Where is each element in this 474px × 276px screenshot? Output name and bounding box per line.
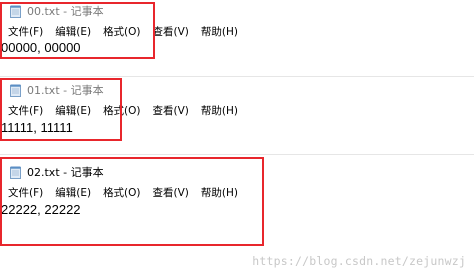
menu-help[interactable]: 帮助(H)	[197, 24, 242, 40]
title-bar[interactable]: 01.txt - 记事本	[0, 79, 104, 101]
notepad-icon	[10, 84, 21, 97]
menu-file[interactable]: 文件(F)	[4, 103, 47, 119]
menu-view[interactable]: 查看(V)	[149, 185, 193, 201]
menu-format[interactable]: 格式(O)	[99, 103, 144, 119]
notepad-icon	[10, 5, 21, 18]
menu-view[interactable]: 查看(V)	[149, 24, 193, 40]
editor-content: 11111, 11111	[1, 120, 73, 135]
title-bar[interactable]: 00.txt - 记事本	[0, 0, 104, 22]
menu-edit[interactable]: 编辑(E)	[51, 185, 95, 201]
menu-format[interactable]: 格式(O)	[99, 24, 144, 40]
notepad-window-00: 00.txt - 记事本 文件(F) 编辑(E) 格式(O) 查看(V) 帮助(…	[0, 0, 474, 76]
menu-help[interactable]: 帮助(H)	[197, 103, 242, 119]
menu-bar: 文件(F) 编辑(E) 格式(O) 查看(V) 帮助(H)	[0, 184, 246, 202]
text-editor[interactable]: 11111, 11111	[0, 120, 474, 154]
editor-content: 22222, 22222	[1, 202, 81, 217]
menu-help[interactable]: 帮助(H)	[197, 185, 242, 201]
title-bar[interactable]: 02.txt - 记事本	[0, 161, 104, 183]
menu-edit[interactable]: 编辑(E)	[51, 103, 95, 119]
menu-file[interactable]: 文件(F)	[4, 24, 47, 40]
menu-edit[interactable]: 编辑(E)	[51, 24, 95, 40]
editor-content: 00000, 00000	[1, 40, 81, 55]
notepad-icon	[10, 166, 21, 179]
watermark-text: https://blog.csdn.net/zejunwzj	[252, 254, 466, 268]
notepad-window-01: 01.txt - 记事本 文件(F) 编辑(E) 格式(O) 查看(V) 帮助(…	[0, 78, 474, 154]
menu-format[interactable]: 格式(O)	[99, 185, 144, 201]
menu-bar: 文件(F) 编辑(E) 格式(O) 查看(V) 帮助(H)	[0, 102, 246, 120]
menu-bar: 文件(F) 编辑(E) 格式(O) 查看(V) 帮助(H)	[0, 23, 246, 41]
menu-view[interactable]: 查看(V)	[149, 103, 193, 119]
menu-file[interactable]: 文件(F)	[4, 185, 47, 201]
window-separator	[0, 154, 474, 155]
window-title: 00.txt - 记事本	[27, 4, 104, 18]
window-title: 02.txt - 记事本	[27, 165, 104, 179]
window-title: 01.txt - 记事本	[27, 83, 104, 97]
window-separator	[0, 76, 474, 77]
text-editor[interactable]: 00000, 00000	[0, 40, 474, 74]
